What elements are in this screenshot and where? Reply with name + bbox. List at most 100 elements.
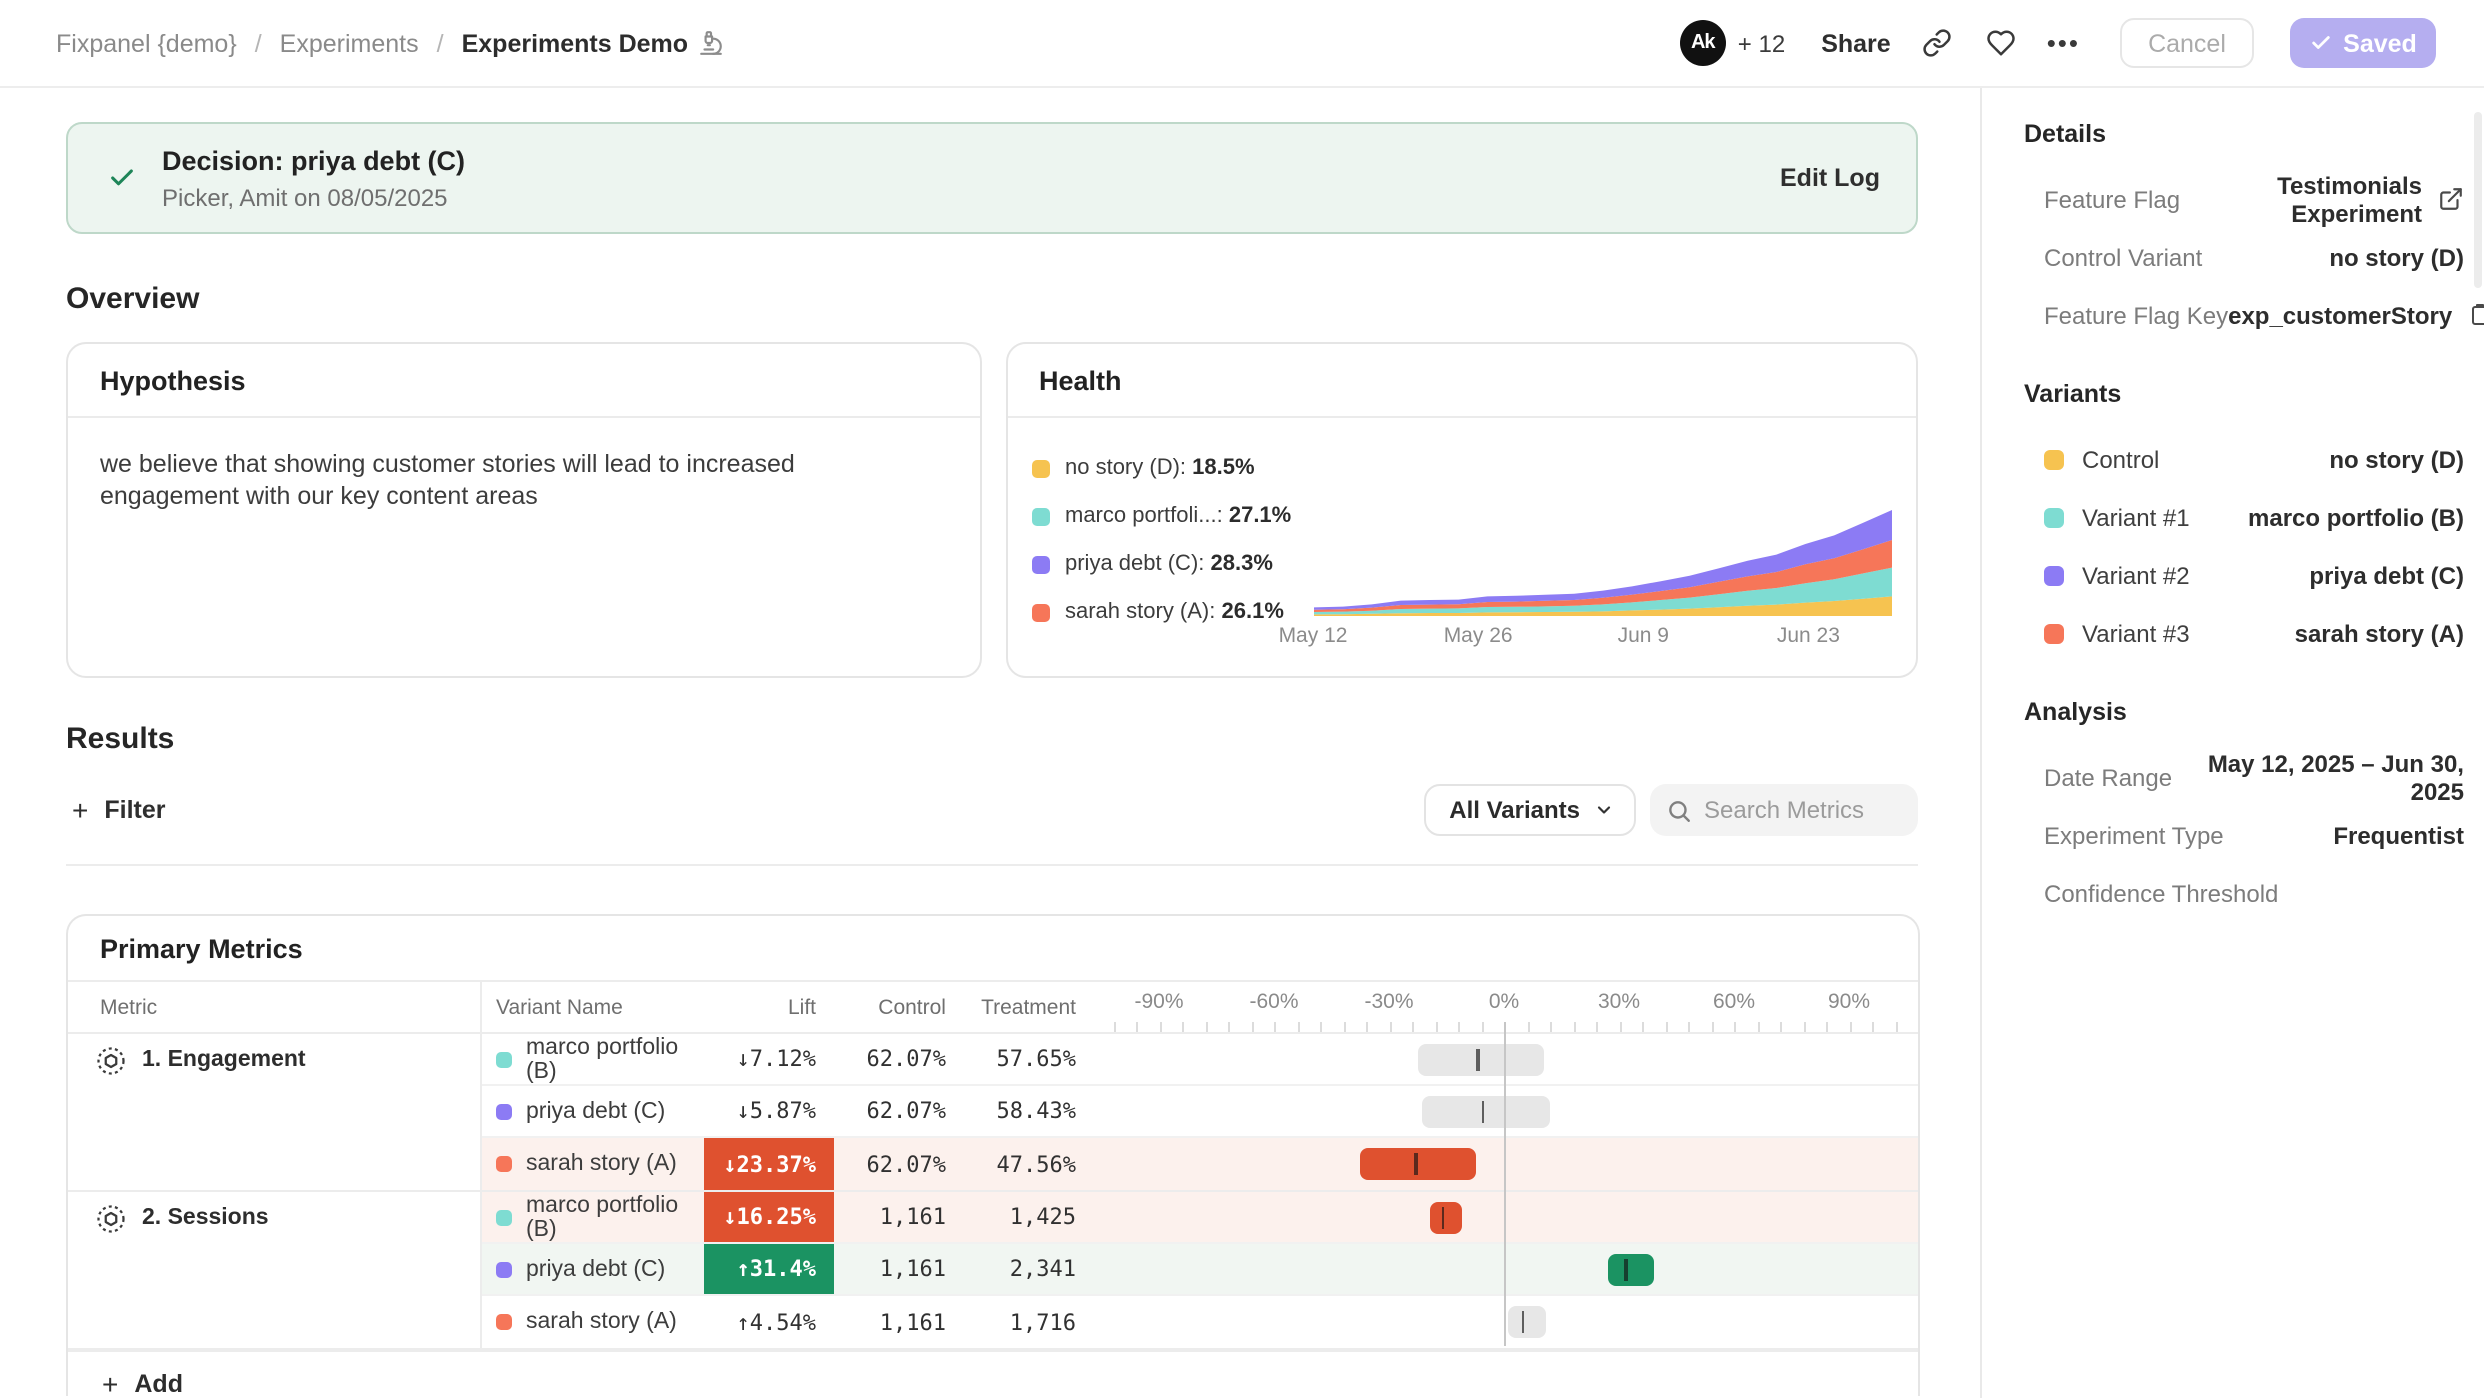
axis-tick-label: 90% (1828, 990, 1870, 1014)
axis-tick (1320, 1022, 1322, 1032)
decision-subtitle: Picker, Amit on 08/05/2025 (162, 183, 1780, 211)
health-title: Health (1007, 344, 1916, 418)
variant-color-dot (496, 1103, 512, 1119)
variant-detail-row: Variant #3 sarah story (A) (2024, 604, 2464, 662)
lift-value: ↓5.87% (737, 1098, 817, 1124)
treatment-value: 58.43% (997, 1098, 1077, 1124)
details-title: Details (2024, 120, 2464, 148)
variant-row[interactable]: marco portfolio (B) ↓16.25% 1,161 1,425 (482, 1192, 1920, 1244)
filter-button[interactable]: + Filter (66, 794, 166, 826)
metric-group: 1. Engagement marco portfolio (B) ↓7.12%… (68, 1034, 1918, 1192)
control-value: 62.07% (867, 1151, 947, 1177)
variants-dropdown[interactable]: All Variants (1423, 784, 1636, 836)
axis-tick (1688, 1022, 1690, 1032)
axis-tick (1803, 1022, 1805, 1032)
details-sidebar: Details Feature Flag Testimonials Experi… (1982, 88, 2484, 1398)
overview-heading: Overview (66, 282, 1918, 316)
axis-tick (1159, 1022, 1161, 1032)
cancel-button[interactable]: Cancel (2120, 18, 2254, 68)
axis-tick (1435, 1022, 1437, 1032)
metric-name: 2. Sessions (142, 1206, 269, 1230)
metric-cell[interactable]: 2. Sessions (68, 1192, 482, 1348)
axis-tick (1389, 1022, 1391, 1032)
lift-value: ↑4.54% (737, 1309, 817, 1335)
results-heading: Results (66, 722, 1918, 756)
heart-icon[interactable] (1983, 25, 2019, 61)
confidence-interval-cell (1094, 1296, 1920, 1348)
x-axis-label: Jun 9 (1618, 624, 1669, 648)
lift-marker (1477, 1048, 1480, 1070)
axis-tick (1412, 1022, 1414, 1032)
control-variant-value: no story (D) (2329, 243, 2464, 271)
axis-tick-label: -30% (1364, 990, 1413, 1014)
legend-item[interactable]: marco portfoli...: 27.1% (1031, 492, 1291, 540)
axis-tick (1481, 1022, 1483, 1032)
variant-value: priya debt (C) (2309, 561, 2464, 589)
axis-tick (1757, 1022, 1759, 1032)
lift-marker (1521, 1311, 1524, 1333)
axis-tick (1228, 1022, 1230, 1032)
axis-tick-label: 0% (1489, 990, 1519, 1014)
breadcrumb-experiments[interactable]: Experiments (280, 29, 419, 57)
control-value: 62.07% (867, 1098, 947, 1124)
share-button[interactable]: Share (1821, 29, 1891, 57)
variant-name: marco portfolio (B) (496, 1035, 704, 1083)
sidebar-scrollbar[interactable] (2474, 112, 2482, 288)
control-value: 1,161 (880, 1309, 946, 1335)
legend-item[interactable]: priya debt (C): 28.3% (1031, 540, 1291, 588)
plus-icon: + (72, 794, 88, 826)
axis-tick (1343, 1022, 1345, 1032)
external-link-icon[interactable] (2438, 186, 2464, 212)
axis-tick (1182, 1022, 1184, 1032)
search-icon (1666, 797, 1692, 823)
confidence-interval-bar (1430, 1201, 1463, 1233)
avatar[interactable]: Ak (1680, 20, 1726, 66)
legend-swatch (1031, 555, 1049, 573)
lift-value: ↓7.12% (737, 1046, 817, 1072)
legend-swatch (1031, 603, 1049, 621)
variant-row[interactable]: sarah story (A) ↓23.37% 62.07% 47.56% (482, 1138, 1920, 1190)
legend-item[interactable]: no story (D): 18.5% (1031, 444, 1291, 492)
treatment-value: 57.65% (997, 1046, 1077, 1072)
feature-flag-link[interactable]: Testimonials Experiment (2180, 171, 2422, 227)
breadcrumb-separator: / (255, 29, 262, 57)
more-icon[interactable]: ••• (2047, 28, 2080, 58)
treatment-value: 2,341 (1010, 1256, 1076, 1282)
hypothesis-card: Hypothesis we believe that showing custo… (66, 342, 981, 678)
confidence-interval-cell (1094, 1138, 1920, 1190)
collaborators-count[interactable]: + 12 (1738, 29, 1785, 57)
saved-button[interactable]: Saved (2290, 18, 2436, 68)
top-bar: Fixpanel {demo} / Experiments / Experime… (0, 0, 2484, 88)
confidence-interval-bar (1418, 1043, 1545, 1075)
variant-row[interactable]: priya debt (C) ↑31.4% 1,161 2,341 (482, 1244, 1920, 1296)
add-metric-button[interactable]: + Add (102, 1367, 183, 1396)
main-content: Decision: priya debt (C) Picker, Amit on… (0, 88, 1982, 1398)
variant-row[interactable]: marco portfolio (B) ↓7.12% 62.07% 57.65% (482, 1034, 1920, 1086)
search-metrics-input[interactable] (1704, 796, 1902, 824)
variant-row[interactable]: priya debt (C) ↓5.87% 62.07% 58.43% (482, 1086, 1920, 1138)
search-metrics-box (1650, 784, 1918, 836)
variants-title: Variants (2024, 380, 2464, 408)
axis-tick (1872, 1022, 1874, 1032)
plus-icon: + (102, 1367, 118, 1396)
link-icon[interactable] (1919, 25, 1955, 61)
detail-row-feature-flag: Feature Flag Testimonials Experiment (2024, 170, 2464, 228)
metric-cell[interactable]: 1. Engagement (68, 1034, 482, 1190)
x-axis-label: Jun 23 (1777, 624, 1840, 648)
variant-color-dot (496, 1209, 512, 1225)
axis-tick (1642, 1022, 1644, 1032)
axis-tick (1665, 1022, 1667, 1032)
confidence-interval-cell (1094, 1086, 1920, 1136)
axis-tick (1205, 1022, 1207, 1032)
breadcrumb-project[interactable]: Fixpanel {demo} (56, 29, 237, 57)
detail-row-control-variant: Control Variant no story (D) (2024, 228, 2464, 286)
axis-tick (1619, 1022, 1621, 1032)
legend-item[interactable]: sarah story (A): 26.1% (1031, 588, 1291, 636)
variant-row[interactable]: sarah story (A) ↑4.54% 1,161 1,716 (482, 1296, 1920, 1348)
metric-group: 2. Sessions marco portfolio (B) ↓16.25% … (68, 1192, 1918, 1350)
edit-log-button[interactable]: Edit Log (1780, 164, 1880, 192)
copy-icon[interactable] (2468, 302, 2484, 328)
breadcrumb-current: Experiments Demo (462, 29, 724, 57)
lift-value: ↑31.4% (704, 1244, 834, 1294)
results-toolbar: + Filter All Variants (66, 784, 1918, 866)
